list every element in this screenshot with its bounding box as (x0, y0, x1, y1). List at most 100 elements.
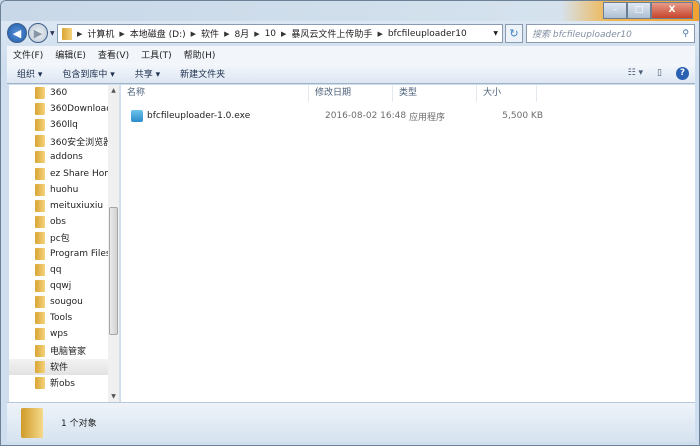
tree-item-label: meituxiuxiu (50, 200, 104, 211)
tree-item[interactable]: meituxiuxiu (9, 198, 108, 214)
folder-icon (35, 328, 45, 341)
tree-item[interactable]: 360 (9, 85, 108, 101)
breadcrumb[interactable]: 软件 (201, 27, 219, 40)
address-bar[interactable]: ▶ 计算机 ▶ 本地磁盘 (D:) ▶ 软件 ▶ 8月 ▶ 10 ▶ 暴风云文件上传助手 ▶… (57, 24, 503, 43)
breadcrumb[interactable]: 8月 (234, 27, 249, 40)
breadcrumb[interactable]: 本地磁盘 (D:) (130, 27, 186, 40)
tree-item[interactable]: 360安全浏览器 (9, 133, 108, 149)
tree-item[interactable]: huohu (9, 182, 108, 198)
tree-item[interactable]: 电脑管家 (9, 343, 108, 359)
menu-edit[interactable]: 编辑(E) (49, 48, 92, 61)
tree-item-label: pc包 (50, 234, 70, 245)
folder-icon (35, 199, 45, 212)
forward-button[interactable]: ▶ (28, 23, 48, 43)
file-type: 应用程序 (409, 112, 446, 123)
folder-icon (35, 183, 45, 196)
tree-item-label: 软件 (50, 363, 69, 374)
tree-item[interactable]: 软件 (9, 358, 108, 375)
folder-icon (35, 103, 45, 116)
folder-icon (35, 231, 45, 244)
menu-help[interactable]: 帮助(H) (178, 48, 222, 61)
exe-icon (131, 110, 143, 122)
recent-pages-dropdown-icon[interactable]: ▼ (50, 30, 55, 37)
new-folder-button[interactable]: 新建文件夹 (170, 67, 235, 80)
search-input[interactable]: 搜索 bfcfileuploader10 ⚲ (526, 24, 695, 43)
tree-item[interactable]: ez Share Home (9, 165, 108, 181)
tree-item-label: Tools (50, 313, 73, 324)
menu-file[interactable]: 文件(F) (7, 48, 49, 61)
tree-item-label: 360llq (50, 120, 78, 131)
folder-icon (35, 151, 45, 164)
back-button[interactable]: ◀ (7, 23, 27, 43)
title-bar (1, 1, 699, 21)
include-in-library-button[interactable]: 包含到库中 ▾ (52, 67, 124, 80)
menu-bar: 文件(F) 编辑(E) 查看(V) 工具(T) 帮助(H) (7, 46, 695, 63)
folder-icon (35, 119, 45, 132)
organize-button[interactable]: 组织 ▾ (7, 67, 52, 80)
address-dropdown-icon[interactable]: ▼ (493, 30, 498, 37)
file-row[interactable]: bfcfileuploader-1.0.exe 2016-08-02 16:48… (131, 108, 543, 124)
tree-item[interactable]: qq (9, 262, 108, 278)
close-button[interactable]: X (651, 2, 693, 19)
tree-item-label: addons (50, 152, 83, 163)
menu-tools[interactable]: 工具(T) (135, 48, 178, 61)
column-name[interactable]: 名称 (121, 85, 309, 102)
view-options-icon[interactable]: ☷ ▾ (628, 68, 643, 78)
tree-item[interactable]: obs (9, 214, 108, 230)
folder-icon (21, 407, 43, 438)
tree-item[interactable]: pc包 (9, 230, 108, 246)
item-count: 1 个对象 (61, 419, 97, 429)
folder-icon (35, 167, 45, 180)
share-button[interactable]: 共享 ▾ (125, 67, 170, 80)
help-icon[interactable]: ? (676, 66, 689, 80)
folder-icon (35, 135, 45, 148)
folder-icon (35, 87, 45, 100)
search-placeholder: 搜索 bfcfileuploader10 (532, 30, 632, 40)
preview-pane-icon[interactable]: ▯ (657, 68, 662, 78)
tree-item-label: ez Share Home (50, 168, 108, 179)
menu-view[interactable]: 查看(V) (92, 48, 135, 61)
breadcrumb[interactable]: 暴风云文件上传助手 (291, 27, 372, 40)
folder-icon (35, 296, 45, 309)
breadcrumb[interactable]: 10 (265, 29, 276, 39)
scroll-down-icon[interactable]: ▼ (108, 393, 119, 400)
tree-item[interactable]: 360llq (9, 117, 108, 133)
tree-item-label: obs (50, 216, 66, 227)
tree-item[interactable]: 新obs (9, 375, 108, 391)
details-pane: 1 个对象 (7, 402, 695, 442)
tree-item[interactable]: Program Files (9, 246, 108, 262)
minimize-button[interactable]: – (603, 2, 627, 19)
scroll-up-icon[interactable]: ▲ (108, 87, 119, 94)
tree-item-label: 新obs (50, 379, 75, 390)
tree-item[interactable]: wps (9, 326, 108, 342)
tree-item[interactable]: addons (9, 149, 108, 165)
tree-item-label: qqwj (50, 281, 72, 292)
tree-item[interactable]: Tools (9, 310, 108, 326)
tree-item-label: 360安全浏览器 (50, 137, 108, 148)
tree-item[interactable]: sougou (9, 294, 108, 310)
breadcrumb[interactable]: bfcfileuploader10 (388, 29, 467, 39)
folder-icon (35, 264, 45, 277)
column-date[interactable]: 修改日期 (309, 85, 393, 102)
column-size[interactable]: 大小 (477, 85, 537, 102)
command-bar: 组织 ▾ 包含到库中 ▾ 共享 ▾ 新建文件夹 ☷ ▾ ▯ ? (7, 63, 695, 84)
column-type[interactable]: 类型 (393, 85, 477, 102)
tree-item-label: huohu (50, 184, 79, 195)
breadcrumb[interactable]: 计算机 (87, 27, 114, 40)
explorer-window: – □ X ◀ ▶ ▼ ▶ 计算机 ▶ 本地磁盘 (D:) ▶ 软件 ▶ 8月 ▶ 10 … (0, 0, 700, 446)
maximize-button[interactable]: □ (627, 2, 651, 19)
folder-icon (35, 312, 45, 325)
tree-item[interactable]: 360Downloads (9, 101, 108, 117)
refresh-button[interactable]: ↻ (505, 24, 523, 43)
tree-item[interactable]: qqwj (9, 278, 108, 294)
folder-icon (35, 360, 45, 373)
file-size: 5,500 KB (502, 111, 543, 121)
nav-scrollbar[interactable]: ▲ ▼ (108, 85, 119, 402)
folder-icon (35, 247, 45, 260)
tree-item-label: sougou (50, 297, 83, 308)
folder-icon (62, 27, 72, 40)
folder-icon (35, 344, 45, 357)
folder-icon (35, 280, 45, 293)
scrollbar-thumb[interactable] (109, 207, 118, 335)
search-icon[interactable]: ⚲ (682, 29, 689, 39)
